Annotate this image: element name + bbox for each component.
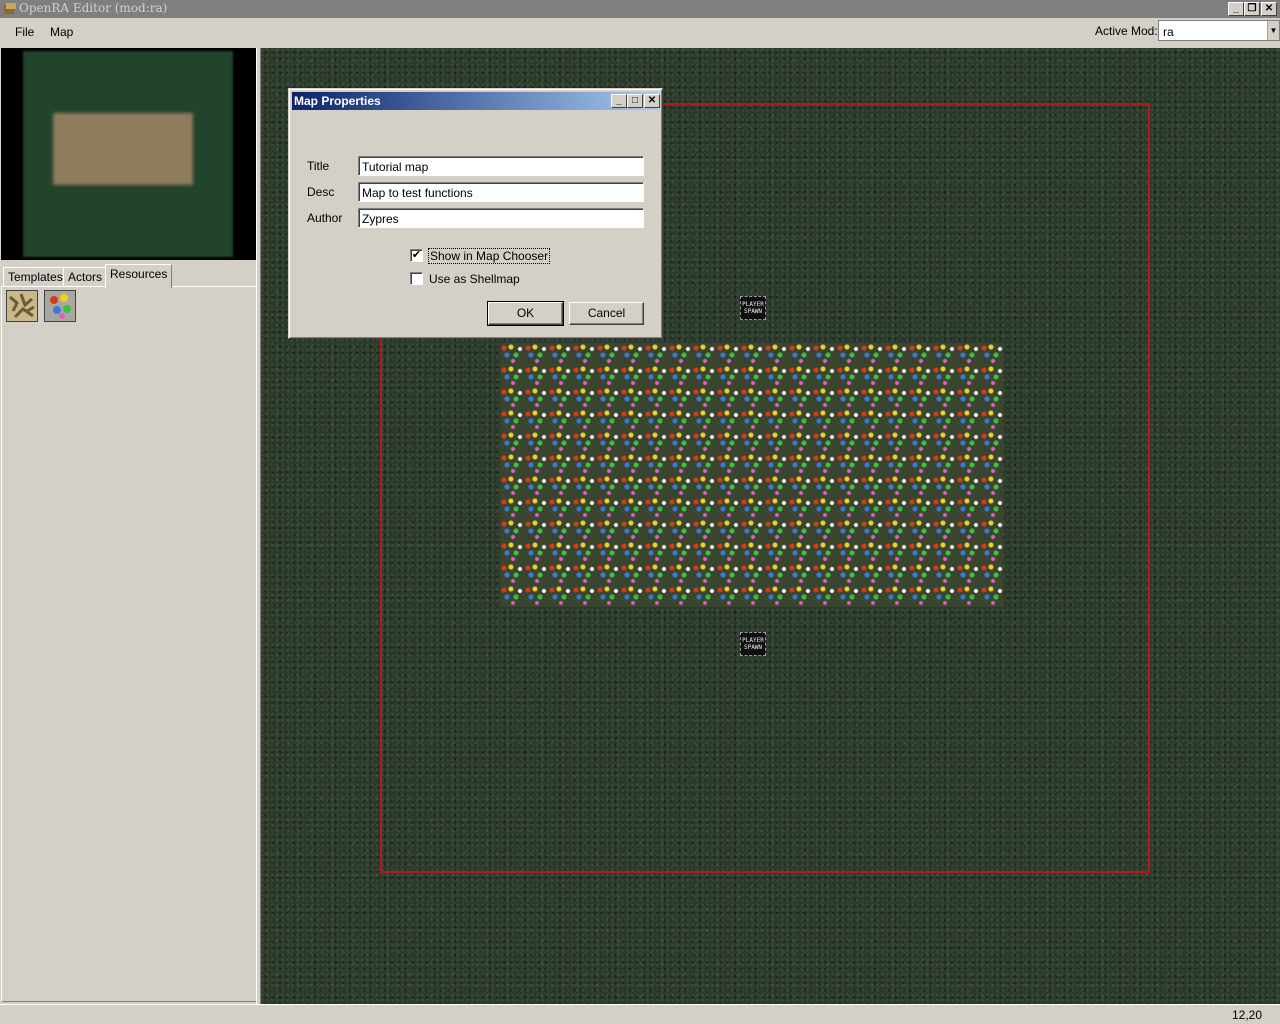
- window-title: OpenRA Editor (mod:ra): [19, 1, 168, 15]
- ok-button[interactable]: OK: [487, 301, 564, 326]
- tab-resources[interactable]: Resources: [105, 264, 173, 288]
- cursor-coordinates: 12,20: [1231, 1008, 1262, 1022]
- author-label: Author: [307, 211, 343, 225]
- author-value: Zypres: [362, 212, 399, 226]
- title-bar: OpenRA Editor (mod:ra) _ ❐ ✕: [0, 0, 1280, 18]
- menu-file[interactable]: File: [15, 25, 34, 39]
- ore-resource-icon[interactable]: [6, 290, 38, 322]
- restore-button[interactable]: ❐: [1244, 2, 1260, 16]
- tab-actors[interactable]: Actors: [63, 267, 108, 287]
- close-button[interactable]: ✕: [1261, 2, 1277, 16]
- resource-field: [500, 343, 1003, 607]
- active-mod-select[interactable]: ra ▼: [1158, 20, 1280, 41]
- desc-field[interactable]: Map to test functions: [358, 182, 644, 202]
- app-icon: [4, 3, 16, 14]
- player-spawn-actor[interactable]: PLAYER SPAWN: [740, 296, 766, 320]
- title-field[interactable]: Tutorial map: [358, 156, 644, 176]
- tab-templates[interactable]: Templates: [3, 267, 68, 287]
- minimap[interactable]: [1, 48, 256, 260]
- dialog-maximize-button[interactable]: □: [627, 94, 643, 108]
- author-field[interactable]: Zypres: [358, 208, 644, 228]
- desc-value: Map to test functions: [362, 186, 473, 200]
- active-mod-value: ra: [1163, 25, 1174, 39]
- status-bar: 12,20: [0, 1004, 1280, 1024]
- dialog-minimize-button[interactable]: _: [611, 94, 627, 108]
- show-in-map-chooser-label[interactable]: Show in Map Chooser: [427, 248, 551, 264]
- resources-panel: [1, 286, 257, 1002]
- title-label: Title: [307, 159, 330, 173]
- minimap-resource-area: [53, 113, 193, 185]
- show-in-map-chooser-checkbox[interactable]: ✔: [410, 249, 423, 262]
- gems-resource-icon[interactable]: [44, 290, 76, 322]
- use-as-shellmap-label[interactable]: Use as Shellmap: [429, 272, 520, 286]
- dialog-close-button[interactable]: ✕: [644, 94, 660, 108]
- minimize-button[interactable]: _: [1228, 2, 1244, 16]
- desc-label: Desc: [307, 185, 335, 199]
- title-value: Tutorial map: [362, 160, 429, 174]
- map-properties-dialog: Map Properties _ □ ✕ Title Tutorial map …: [288, 88, 663, 339]
- chevron-down-icon[interactable]: ▼: [1267, 21, 1279, 40]
- use-as-shellmap-checkbox[interactable]: [410, 272, 423, 285]
- player-spawn-actor[interactable]: PLAYER SPAWN: [740, 632, 766, 656]
- palette-tabs: Templates Actors Resources: [1, 264, 256, 288]
- dialog-title-bar[interactable]: Map Properties _ □ ✕: [292, 92, 660, 110]
- dialog-title: Map Properties: [294, 94, 381, 108]
- active-mod-label: Active Mod:: [1095, 24, 1158, 38]
- menu-map[interactable]: Map: [50, 25, 73, 39]
- menu-bar: File Map Active Mod: ra ▼: [0, 18, 1280, 46]
- cancel-button[interactable]: Cancel: [569, 302, 644, 325]
